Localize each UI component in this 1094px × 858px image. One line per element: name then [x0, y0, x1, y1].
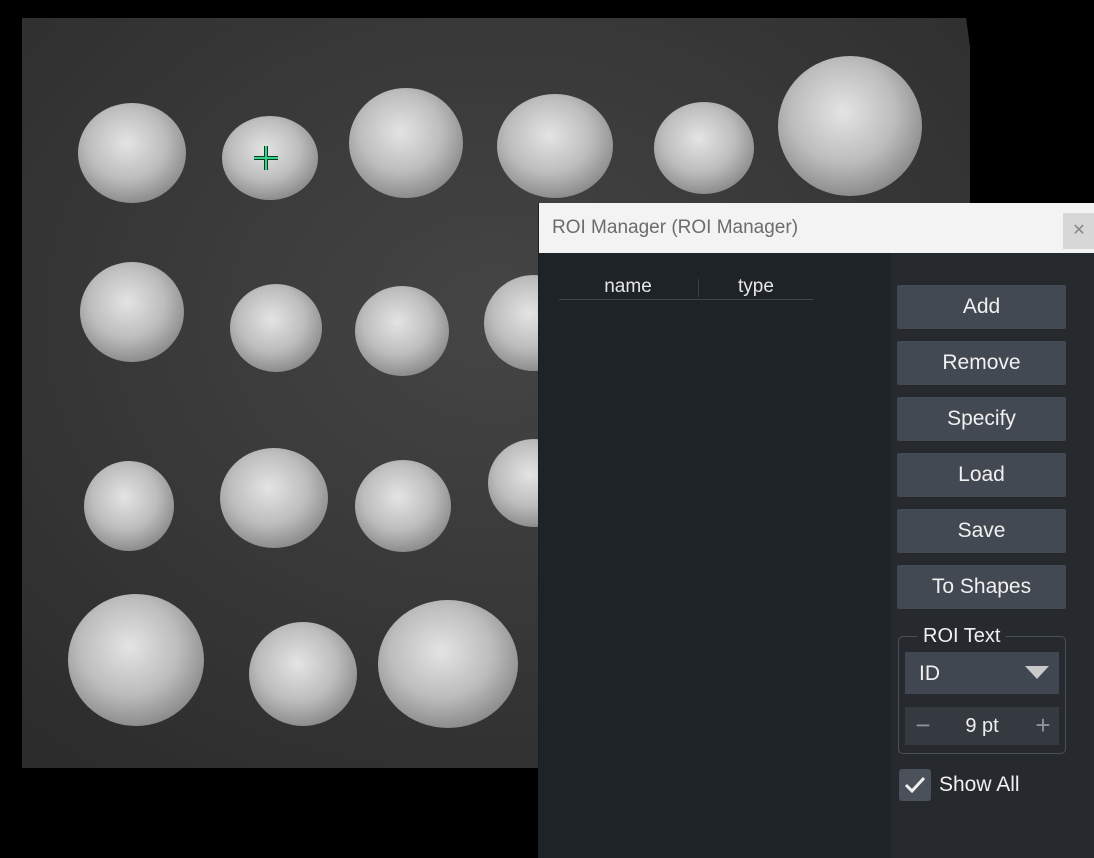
- font-size-stepper[interactable]: − 9 pt +: [905, 707, 1059, 745]
- remove-button[interactable]: Remove: [897, 341, 1066, 385]
- column-header-type[interactable]: type: [699, 275, 813, 301]
- column-header-name[interactable]: name: [559, 275, 697, 301]
- title-bar[interactable]: ROI Manager (ROI Manager) ✕: [539, 203, 1094, 253]
- show-all-label: Show All: [939, 773, 1020, 796]
- load-button[interactable]: Load: [897, 453, 1066, 497]
- plus-icon[interactable]: +: [1033, 711, 1053, 741]
- show-all-checkbox[interactable]: [899, 769, 931, 801]
- header-divider: [559, 299, 813, 300]
- to-shapes-button[interactable]: To Shapes: [897, 565, 1066, 609]
- save-button[interactable]: Save: [897, 509, 1066, 553]
- roi-manager-window: ROI Manager (ROI Manager) ✕ name type Ad…: [538, 203, 1094, 858]
- chevron-down-icon: [1025, 666, 1049, 679]
- window-title: ROI Manager (ROI Manager): [552, 217, 799, 238]
- checkmark-icon: [904, 776, 926, 794]
- close-icon[interactable]: ✕: [1063, 213, 1094, 249]
- roi-table[interactable]: name type: [539, 253, 891, 858]
- roi-text-select[interactable]: ID: [905, 652, 1059, 694]
- roi-text-selected: ID: [919, 662, 940, 685]
- specify-button[interactable]: Specify: [897, 397, 1066, 441]
- roi-text-label: ROI Text: [917, 625, 1007, 648]
- add-button[interactable]: Add: [897, 285, 1066, 329]
